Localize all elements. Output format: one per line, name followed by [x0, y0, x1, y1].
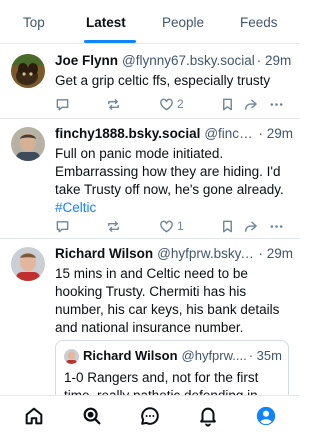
tab-latest[interactable]: Latest: [86, 15, 126, 30]
more-icon: [270, 224, 283, 228]
more-options-button[interactable]: [269, 95, 284, 113]
profile-icon: [256, 406, 276, 426]
nav-home-button[interactable]: [23, 405, 45, 427]
reply-icon: [56, 98, 69, 110]
repost-button[interactable]: [106, 95, 121, 113]
home-icon: [25, 407, 43, 425]
quoted-post-time: · 35m: [248, 348, 282, 363]
post-header: Richard Wilson @hyfprw.bsky.s... · 29m: [55, 246, 293, 264]
post-actions: 2: [55, 95, 291, 113]
post-time: · 29m: [258, 126, 293, 141]
post-text: Full on panic mode initiated. Embarrassi…: [55, 145, 293, 217]
post-text-content: Full on panic mode initiated. Embarrassi…: [55, 146, 284, 197]
author-name[interactable]: Joe Flynn: [55, 53, 118, 68]
repost-icon: [108, 98, 119, 110]
nav-notifications-button[interactable]: [197, 405, 219, 427]
hashtag-link[interactable]: #Celtic: [55, 200, 96, 215]
quoted-avatar: [64, 349, 79, 364]
author-handle[interactable]: @finchy...: [204, 126, 256, 141]
quoted-post-header: Richard Wilson @hyfprw.... · 35m: [83, 348, 283, 363]
bell-icon: [200, 407, 216, 427]
bookmark-icon: [223, 98, 232, 110]
reply-button[interactable]: [55, 217, 70, 235]
author-name[interactable]: Richard Wilson: [55, 246, 153, 261]
author-handle[interactable]: @hyfprw.bsky.s...: [157, 246, 256, 261]
avatar[interactable]: [11, 127, 45, 161]
tab-feeds[interactable]: Feeds: [240, 15, 278, 30]
post-item[interactable]: finchy1888.bsky.social @finchy... · 29m …: [0, 119, 300, 239]
quoted-author-name: Richard Wilson: [83, 348, 178, 363]
post-time: · 29m: [256, 53, 292, 68]
share-icon: [245, 99, 257, 110]
author-handle[interactable]: @flynny67.bsky.social: [122, 53, 255, 68]
like-button[interactable]: 1: [159, 217, 184, 235]
repost-icon: [108, 220, 119, 232]
post-header: finchy1888.bsky.social @finchy... · 29m: [55, 126, 293, 144]
chat-icon: [141, 407, 159, 425]
avatar[interactable]: [11, 247, 45, 281]
feed-tabs: Top Latest People Feeds: [0, 0, 300, 44]
share-button[interactable]: [243, 217, 258, 235]
bookmark-icon: [223, 220, 232, 232]
like-count: 2: [177, 97, 184, 111]
reply-icon: [56, 220, 69, 232]
post-actions: 1: [55, 217, 291, 235]
post-text: 15 mins in and Celtic need to be hooking…: [55, 266, 280, 335]
share-icon: [245, 221, 257, 232]
active-tab-indicator: [84, 40, 136, 43]
avatar[interactable]: [11, 54, 45, 88]
post-time: · 29m: [258, 246, 293, 261]
share-button[interactable]: [243, 95, 258, 113]
post-item[interactable]: Joe Flynn @flynny67.bsky.social · 29m Ge…: [0, 44, 300, 119]
reply-button[interactable]: [55, 95, 70, 113]
post-item[interactable]: Richard Wilson @hyfprw.bsky.s... · 29m 1…: [0, 239, 300, 420]
search-icon: [83, 407, 101, 425]
nav-search-button[interactable]: [81, 405, 103, 427]
author-name[interactable]: finchy1888.bsky.social: [55, 126, 200, 141]
tab-top[interactable]: Top: [23, 15, 45, 30]
quoted-author-handle: @hyfprw....: [181, 348, 247, 363]
repost-button[interactable]: [106, 217, 121, 235]
bottom-nav-bar: [0, 395, 300, 435]
like-count: 1: [177, 219, 184, 233]
post-header: Joe Flynn @flynny67.bsky.social · 29m: [55, 53, 293, 71]
heart-icon: [160, 98, 173, 110]
heart-icon: [160, 220, 173, 232]
post-text: Get a grip celtic ffs, especially trusty: [55, 73, 271, 88]
bookmark-button[interactable]: [220, 95, 235, 113]
more-options-button[interactable]: [269, 217, 284, 235]
like-button[interactable]: 2: [159, 95, 184, 113]
nav-chat-button[interactable]: [139, 405, 161, 427]
tab-people[interactable]: People: [162, 15, 204, 30]
nav-profile-button[interactable]: [255, 405, 277, 427]
bookmark-button[interactable]: [220, 217, 235, 235]
more-icon: [270, 102, 283, 106]
